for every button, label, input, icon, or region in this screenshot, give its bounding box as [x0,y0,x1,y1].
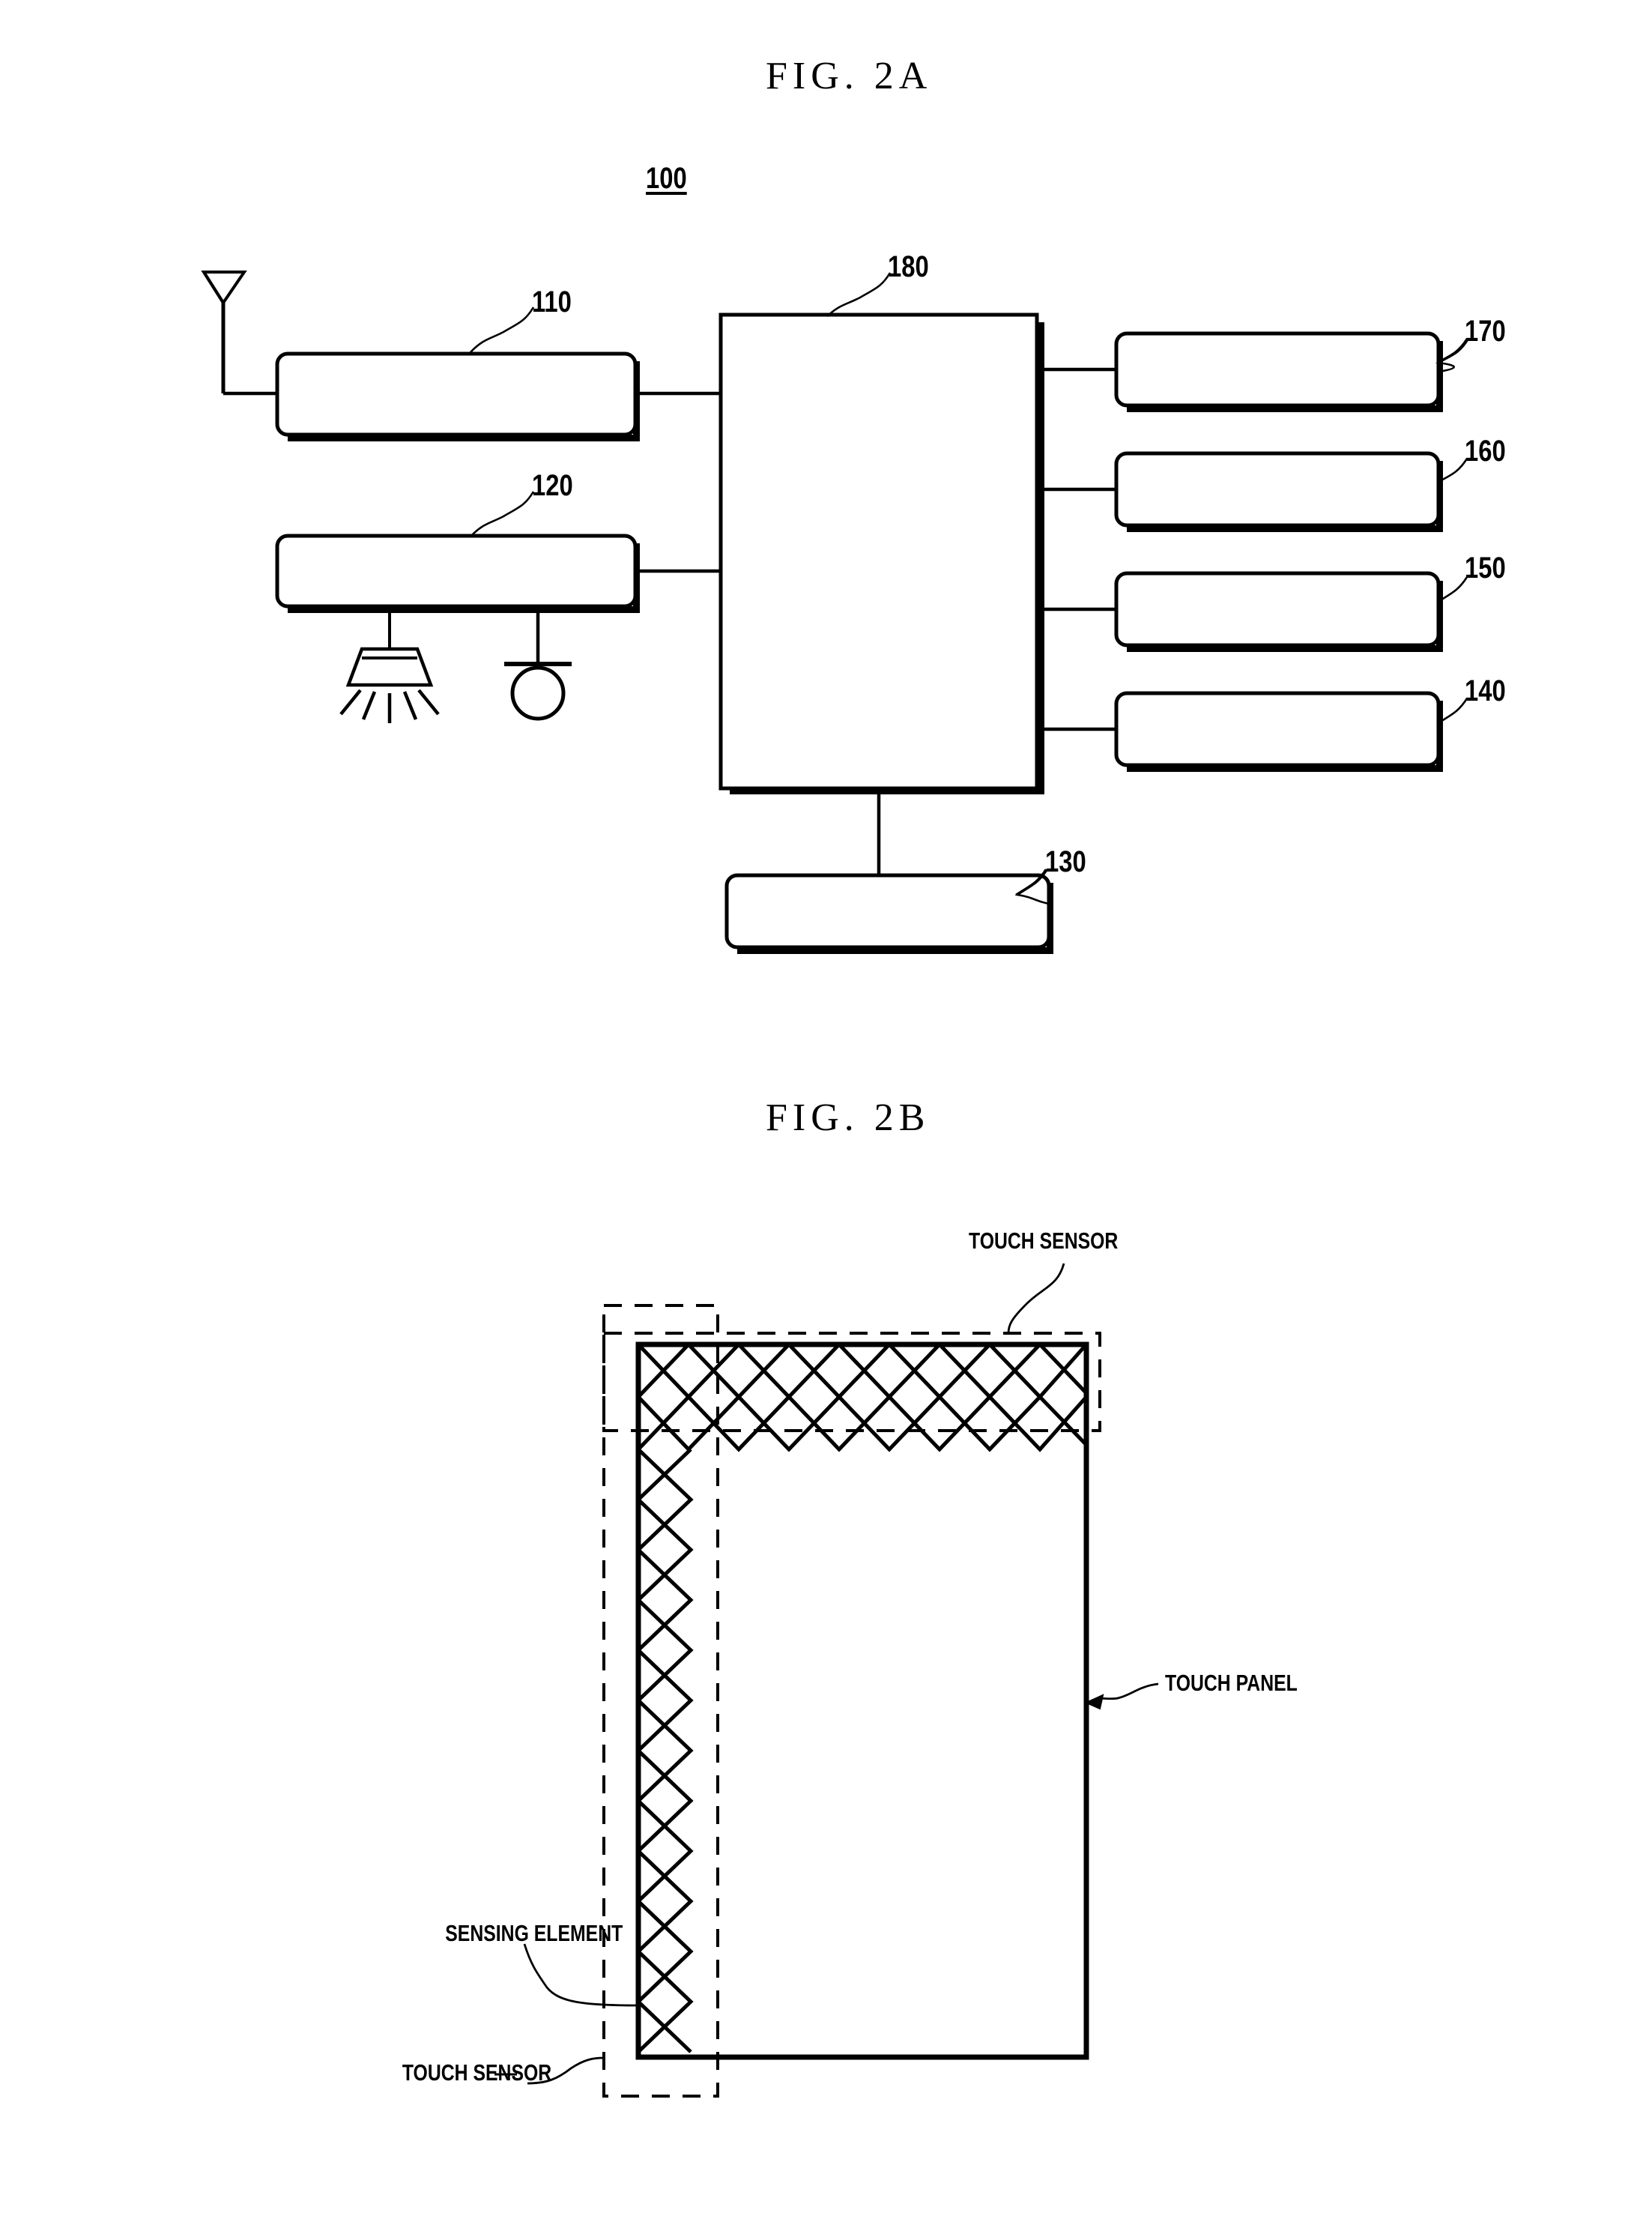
block-label-first-touch-panel: FIRST TOUCH PANEL [1179,715,1376,742]
speaker-icon [339,606,440,723]
label-touch-panel: TOUCH PANEL [1165,1670,1298,1696]
leader-180 [826,272,892,317]
block-label-wireless-communication-unit: WIRELESS COMMUNICATION UNIT [313,354,599,435]
block-label-key-input-unit: KEY INPUT UNIT [1202,475,1353,502]
block-label-wireless-line2: COMMUNICATION UNIT [349,393,563,420]
ref-number-150: 150 [1465,552,1506,585]
ref-number-120: 120 [532,469,573,502]
block-label-second-touch-panel: SECOND TOUCH PANEL [1167,595,1388,622]
left-column-sensing-elements [635,1448,694,2053]
leader-140 [1436,698,1468,725]
ref-number-110: 110 [532,286,572,318]
leader-130-stub [1014,869,1050,905]
touch-sensor-horizontal-dashed-box [602,1332,1101,1432]
leader-sensing-element [523,1943,639,2007]
label-touch-sensor-top: TOUCH SENSOR [969,1228,1119,1254]
touch-sensor-vertical-dashed-box [602,1304,719,2098]
leader-170 [1436,338,1468,364]
antenna-icon [201,271,247,393]
leader-160 [1436,458,1468,484]
ref-number-100: 100 [646,162,687,195]
leader-130 [1015,869,1047,896]
microphone-icon [504,606,572,721]
block-label-audio-processing-unit: AUDIO PROCESSING UNIT [335,557,578,584]
block-label-display-unit: DISPLAY UNIT [1212,355,1343,382]
leader-120 [470,491,535,537]
label-touch-sensor-bottom: TOUCH SENSOR [402,2059,552,2086]
figure-2a-title: FIG. 2A [766,55,933,97]
block-label-wireless-line1: WIRELESS [406,367,506,394]
leader-110 [470,307,535,353]
ref-number-140: 140 [1465,674,1506,707]
figure-2b-title: FIG. 2B [766,1096,931,1139]
label-sensing-element: SENSING ELEMENT [445,1920,623,1946]
ref-number-180: 180 [888,250,929,283]
top-row-sensing-elements [637,1341,1088,1452]
block-label-storage-unit: STORAGE UNIT [816,897,960,924]
ref-number-160: 160 [1465,435,1506,468]
patent-figure-sheet: FIG. 2A 100 110 120 180 170 160 150 140 … [0,0,1652,2219]
leader-150 [1436,576,1468,604]
leader-touch-panel-arrowhead [1084,1694,1104,1710]
ref-number-170: 170 [1465,315,1506,348]
leader-touch-panel [1087,1682,1159,1704]
ref-number-130: 130 [1045,845,1086,878]
leader-touch-sensor-top [1007,1263,1065,1334]
touch-panel-outline [635,1341,1089,2060]
leader-170-stub [1435,338,1470,373]
block-label-control-unit: CONTROL UNIT [806,345,950,372]
